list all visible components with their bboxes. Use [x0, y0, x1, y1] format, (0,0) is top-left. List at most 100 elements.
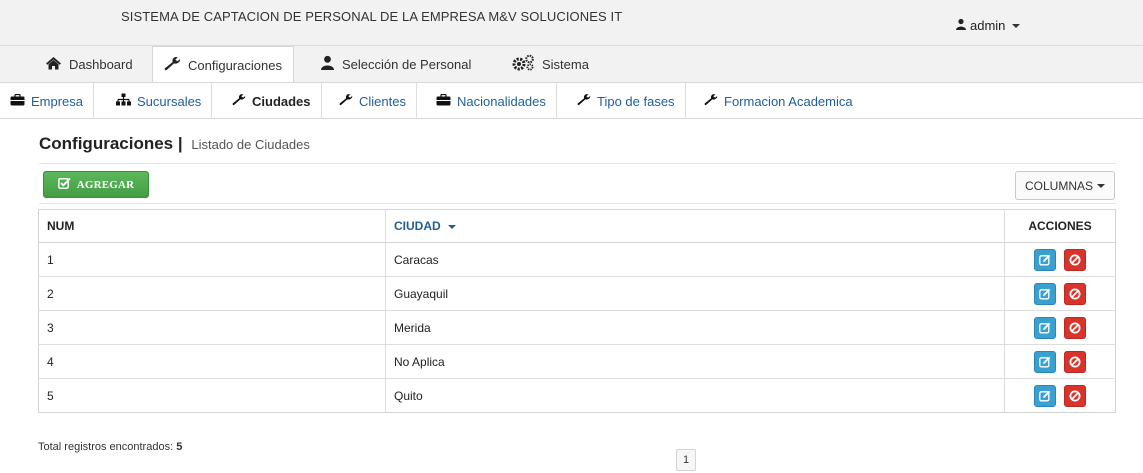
edit-icon: [1039, 356, 1051, 367]
subnav-item-label: Sucursales: [137, 93, 202, 109]
title-separator: |: [177, 134, 183, 153]
columns-button-label: COLUMNAS: [1024, 178, 1093, 193]
user-icon: [955, 18, 967, 33]
tab-dashboard[interactable]: Dashboard: [34, 46, 144, 82]
column-header-num[interactable]: NUM: [38, 209, 386, 243]
page-title-text: Configuraciones: [39, 134, 174, 153]
table-row: 4 No Aplica: [38, 344, 1116, 379]
delete-button[interactable]: [1063, 350, 1086, 373]
delete-button[interactable]: [1063, 248, 1086, 271]
sitemap-icon: [116, 93, 131, 109]
cell-ciudad: Quito: [385, 378, 1005, 413]
divider: [39, 163, 1116, 164]
sort-caret-icon: [448, 224, 457, 229]
tab-seleccion-personal-label: Selección de Personal: [342, 56, 472, 72]
page-subtitle: Listado de Ciudades: [191, 137, 310, 152]
subnav-item-clientes[interactable]: Clientes: [329, 83, 417, 119]
tab-dashboard-label: Dashboard: [69, 56, 133, 72]
chevron-down-icon: [1012, 23, 1021, 28]
column-header-acciones: ACCIONES: [1004, 209, 1116, 243]
briefcase-icon: [436, 93, 451, 109]
subnav-item-sucursales[interactable]: Sucursales: [106, 83, 213, 119]
total-records-label: Total registros encontrados:: [38, 441, 174, 453]
cell-num: 1: [38, 242, 386, 277]
home-icon: [45, 56, 62, 73]
column-header-ciudad-label: CIUDAD: [394, 219, 441, 233]
wrench-icon: [577, 93, 591, 109]
edit-button[interactable]: [1034, 282, 1057, 305]
user-icon: [320, 55, 335, 73]
subnav-item-tipo-de-fases[interactable]: Tipo de fases: [567, 83, 686, 119]
app-title: SISTEMA DE CAPTACION DE PERSONAL DE LA E…: [121, 9, 623, 24]
cell-acciones: [1004, 344, 1116, 379]
total-records-value: 5: [176, 441, 183, 453]
edit-button[interactable]: [1034, 248, 1057, 271]
cell-ciudad: Caracas: [385, 242, 1005, 277]
subnav-item-label: Clientes: [359, 93, 406, 109]
user-menu-label: admin: [970, 18, 1006, 33]
add-button-label: AGREGAR: [76, 178, 135, 191]
delete-button[interactable]: [1063, 282, 1086, 305]
table-header-row: NUM CIUDAD ACCIONES: [38, 209, 1116, 243]
delete-button[interactable]: [1063, 384, 1086, 407]
cities-table: NUM CIUDAD ACCIONES 1 Caracas 2 Guayaqui…: [38, 209, 1116, 413]
subnav-item-label: Ciudades: [252, 93, 311, 109]
tab-seleccion-personal[interactable]: Selección de Personal: [309, 46, 482, 82]
column-header-ciudad[interactable]: CIUDAD: [385, 209, 1005, 243]
sub-nav: Empresa Sucursales Ciudades Clientes Nac…: [0, 82, 1143, 119]
edit-icon: [1039, 390, 1051, 401]
table-row: 1 Caracas: [38, 242, 1116, 277]
subnav-item-ciudades[interactable]: Ciudades: [222, 83, 322, 119]
edit-icon: [1039, 322, 1051, 333]
edit-icon: [1039, 288, 1051, 299]
wrench-icon: [232, 93, 246, 109]
chevron-down-icon: [1097, 183, 1105, 188]
cell-ciudad: No Aplica: [385, 344, 1005, 379]
subnav-item-label: Empresa: [31, 93, 84, 109]
wrench-icon: [339, 93, 353, 109]
cell-ciudad: Merida: [385, 310, 1005, 345]
subnav-item-label: Formacion Academica: [724, 93, 853, 109]
ban-icon: [1069, 288, 1081, 299]
delete-button[interactable]: [1063, 316, 1086, 339]
cell-num: 5: [38, 378, 386, 413]
divider: [39, 203, 1116, 204]
pagination-page-1[interactable]: 1: [676, 449, 696, 471]
cell-acciones: [1004, 310, 1116, 345]
checkbox-edit-icon: [57, 177, 71, 192]
wrench-icon: [704, 93, 718, 109]
user-menu[interactable]: admin: [955, 18, 1021, 33]
table-row: 3 Merida: [38, 310, 1116, 345]
columns-button[interactable]: COLUMNAS: [1015, 171, 1115, 200]
cogs-icon: [511, 54, 535, 74]
ban-icon: [1069, 322, 1081, 333]
tab-sistema[interactable]: Sistema: [500, 46, 600, 82]
table-row: 2 Guayaquil: [38, 276, 1116, 311]
edit-icon: [1039, 254, 1051, 265]
subnav-item-formacion-academica[interactable]: Formacion Academica: [694, 83, 863, 119]
ban-icon: [1069, 390, 1081, 401]
cell-num: 2: [38, 276, 386, 311]
wrench-icon: [164, 56, 181, 74]
subnav-item-label: Nacionalidades: [457, 93, 546, 109]
subnav-item-nacionalidades[interactable]: Nacionalidades: [426, 83, 557, 119]
subnav-item-empresa[interactable]: Empresa: [0, 83, 95, 119]
table-row: 5 Quito: [38, 378, 1116, 413]
cell-num: 4: [38, 344, 386, 379]
edit-button[interactable]: [1034, 350, 1057, 373]
briefcase-icon: [10, 93, 25, 109]
cell-ciudad: Guayaquil: [385, 276, 1005, 311]
cell-acciones: [1004, 242, 1116, 277]
cell-acciones: [1004, 276, 1116, 311]
add-button[interactable]: AGREGAR: [43, 171, 149, 198]
edit-button[interactable]: [1034, 384, 1057, 407]
total-records: Total registros encontrados: 5: [38, 441, 182, 453]
tab-configuraciones[interactable]: Configuraciones: [152, 46, 294, 83]
edit-button[interactable]: [1034, 316, 1057, 339]
ban-icon: [1069, 254, 1081, 265]
tab-configuraciones-label: Configuraciones: [188, 57, 282, 73]
tab-sistema-label: Sistema: [542, 56, 589, 72]
cell-acciones: [1005, 379, 1116, 413]
top-bar: SISTEMA DE CAPTACION DE PERSONAL DE LA E…: [0, 0, 1143, 46]
main-nav: Dashboard Configuraciones Selección de P…: [0, 46, 1143, 83]
